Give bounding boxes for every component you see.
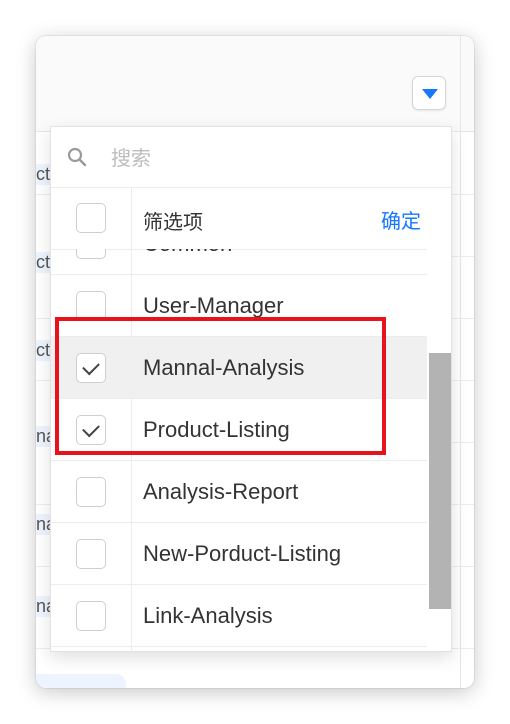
column-divider (460, 36, 461, 688)
filter-dropdown-button[interactable] (412, 76, 446, 110)
table-tag (36, 674, 126, 688)
option-checkbox[interactable] (76, 477, 106, 507)
confirm-button[interactable]: 确定 (381, 205, 421, 234)
table-header (36, 36, 474, 132)
filter-header-label: 筛选项 (143, 210, 203, 234)
option-checkbox[interactable] (76, 539, 106, 569)
option-label: New-Porduct-Listing (143, 541, 342, 566)
option-label: User-Manager (143, 293, 284, 318)
scrollbar[interactable] (427, 249, 451, 651)
list-item[interactable]: New-Porduct-Listing (51, 523, 427, 585)
list-item[interactable]: Link-Analysis (51, 585, 427, 647)
caret-down-icon (422, 89, 438, 99)
option-label: Analysis-Report (143, 479, 299, 504)
scrollbar-thumb[interactable] (429, 353, 451, 609)
option-label: Link-Analysis (143, 603, 273, 628)
list-item[interactable]: Analysis-Report (51, 461, 427, 523)
search-bar (51, 127, 451, 188)
option-label: Common (143, 249, 232, 257)
filter-header-row: 筛选项 确定 (51, 187, 451, 250)
list-item[interactable]: Common (51, 249, 427, 275)
option-checkbox[interactable] (76, 249, 106, 259)
search-icon (67, 147, 87, 167)
highlight-box (55, 317, 386, 455)
search-input[interactable] (109, 141, 413, 175)
option-checkbox[interactable] (76, 601, 106, 631)
select-all-checkbox[interactable] (76, 203, 106, 233)
